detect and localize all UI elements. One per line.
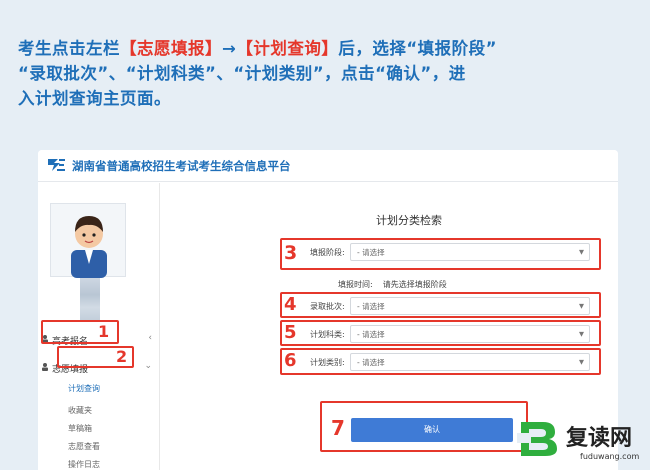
instruction-part-4: 入计划查询主页面。: [18, 89, 171, 108]
watermark-title: 复读网: [566, 426, 633, 451]
annotation-box-3: [280, 238, 601, 270]
annotation-number-4: 4: [284, 294, 297, 315]
avatar-icon: [71, 216, 107, 278]
instruction-menu-2: 【计划查询】: [236, 39, 339, 58]
instruction-arrow: →: [222, 39, 237, 58]
annotation-number-1: 1: [98, 322, 110, 341]
annotation-number-3: 3: [284, 242, 298, 264]
sidebar-subitem-drafts[interactable]: 草稿箱: [68, 423, 92, 434]
annotation-box-6: [280, 348, 601, 375]
instruction-part-3: “录取批次”、“计划科类”、“计划类别”，点击“确认”，进: [18, 64, 466, 83]
student-info-blurred: [80, 278, 100, 320]
instruction-menu-1: 【志愿填报】: [120, 39, 222, 58]
chevron-down-icon: ⌄: [144, 361, 152, 371]
annotation-number-2: 2: [116, 347, 128, 366]
annotation-box-7: [320, 401, 528, 452]
fill-time-label: 填报时间:: [338, 280, 373, 289]
logo-icon: [48, 159, 65, 171]
sidebar-subitem-view-volunteers[interactable]: 志愿查看: [68, 441, 100, 452]
sidebar-subitem-favorites[interactable]: 收藏夹: [68, 405, 92, 416]
avatar: [50, 203, 126, 278]
sidebar-subitem-operation-log[interactable]: 操作日志: [68, 459, 100, 470]
annotation-box-5: [280, 320, 601, 346]
instruction-text: 考生点击左栏【志愿填报】→【计划查询】后，选择“填报阶段” “录取批次”、“计划…: [18, 36, 643, 111]
form-title: 计划分类检索: [376, 214, 442, 227]
top-bar: 湖南省普通高校招生考试考生综合信息平台: [38, 150, 618, 182]
fill-time-note: 填报时间: 请先选择填报阶段: [338, 279, 447, 290]
sidebar-subitem-plan-query[interactable]: 计划查询: [68, 383, 100, 394]
chevron-left-icon: ‹: [148, 333, 152, 343]
fill-time-value: 请先选择填报阶段: [382, 280, 447, 289]
annotation-number-6: 6: [284, 350, 297, 371]
annotation-box-4: [280, 292, 601, 318]
person-icon: [42, 363, 48, 371]
instruction-part-2: 后，选择“填报阶段”: [338, 39, 498, 58]
watermark-url: fuduwang.com: [580, 452, 640, 461]
watermark-logo-icon: [517, 422, 557, 456]
instruction-part-1: 考生点击左栏: [18, 39, 120, 58]
annotation-number-5: 5: [284, 322, 297, 343]
annotation-number-7: 7: [331, 416, 345, 440]
site-title: 湖南省普通高校招生考试考生综合信息平台: [72, 159, 291, 173]
